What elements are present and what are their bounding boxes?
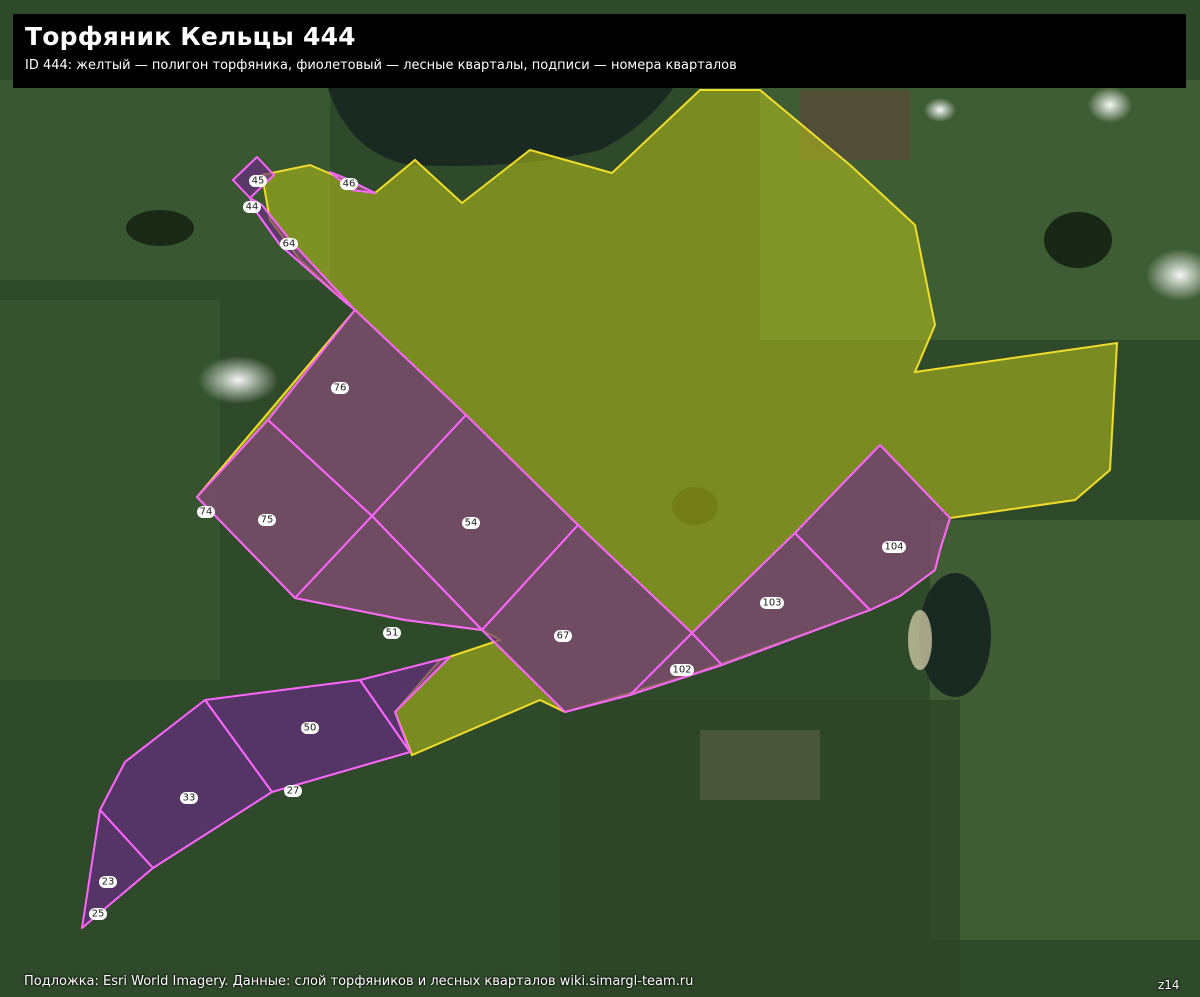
label-quarter-67: 67: [554, 630, 572, 642]
svg-text:102: 102: [672, 665, 691, 676]
label-quarter-27: 27: [284, 785, 302, 797]
svg-text:46: 46: [343, 179, 356, 190]
svg-text:67: 67: [557, 631, 570, 642]
page-title: Торфяник Кельцы 444: [25, 22, 356, 51]
svg-text:44: 44: [246, 202, 259, 213]
label-quarter-51: 51: [383, 627, 401, 639]
title-panel: Торфяник Кельцы 444 ID 444: желтый — пол…: [13, 14, 1186, 88]
map-canvas[interactable]: 45 46 44 64 76 74 75 54 51 67 102 103 10…: [0, 0, 1200, 997]
svg-text:50: 50: [304, 723, 317, 734]
label-quarter-102: 102: [670, 664, 694, 676]
label-quarter-45: 45: [249, 175, 267, 187]
svg-text:76: 76: [334, 383, 347, 394]
label-quarter-54: 54: [462, 517, 480, 529]
label-quarter-64: 64: [280, 238, 298, 250]
svg-text:75: 75: [261, 515, 274, 526]
svg-text:74: 74: [200, 507, 213, 518]
label-quarter-46: 46: [340, 178, 358, 190]
zoom-level: z14: [1158, 978, 1180, 992]
label-quarter-103: 103: [760, 597, 784, 609]
svg-text:54: 54: [465, 518, 478, 529]
map-attribution: Подложка: Esri World Imagery. Данные: сл…: [24, 974, 694, 989]
label-quarter-33: 33: [180, 792, 198, 804]
label-quarter-74: 74: [197, 506, 215, 518]
sand-shore: [908, 610, 932, 670]
label-quarter-75: 75: [258, 514, 276, 526]
label-quarter-76: 76: [331, 382, 349, 394]
map-view[interactable]: 45 46 44 64 76 74 75 54 51 67 102 103 10…: [0, 0, 1200, 997]
svg-text:103: 103: [762, 598, 781, 609]
svg-text:64: 64: [283, 239, 296, 250]
label-quarter-25: 25: [89, 908, 107, 920]
label-quarter-50: 50: [301, 722, 319, 734]
svg-text:104: 104: [884, 542, 903, 553]
svg-text:33: 33: [183, 793, 196, 804]
svg-text:45: 45: [252, 176, 265, 187]
svg-text:25: 25: [92, 909, 105, 920]
svg-text:27: 27: [287, 786, 300, 797]
page-subtitle: ID 444: желтый — полигон торфяника, фиол…: [25, 58, 737, 73]
svg-text:51: 51: [386, 628, 399, 639]
label-quarter-44: 44: [243, 201, 261, 213]
label-quarter-23: 23: [99, 876, 117, 888]
svg-text:23: 23: [102, 877, 115, 888]
label-quarter-104: 104: [882, 541, 906, 553]
